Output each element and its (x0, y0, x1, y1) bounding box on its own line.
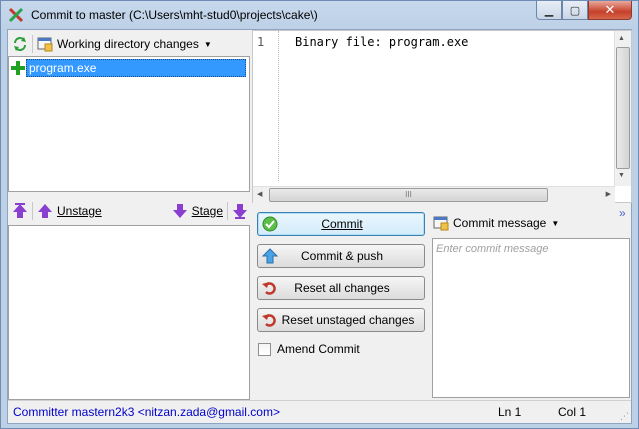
commit-message-label: Commit message (453, 216, 547, 230)
unstage-button[interactable]: Unstage (37, 203, 102, 219)
chevron-down-icon: ▼ (203, 39, 212, 49)
reset-unstaged-label: Reset unstaged changes (281, 313, 415, 327)
resize-grip-icon[interactable]: ⋰ (620, 411, 629, 422)
scroll-right-icon[interactable]: ▶ (606, 190, 611, 198)
checkbox-box[interactable] (258, 342, 271, 356)
vertical-scrollbar[interactable]: ▲ ▼ (614, 31, 631, 186)
scroll-down-icon[interactable]: ▼ (618, 172, 625, 179)
commit-window: Commit to master (C:\Users\mht-stud0\pro… (0, 0, 639, 429)
working-dir-toolbar: Working directory changes ▼ (12, 34, 212, 54)
maximize-icon: ▢ (569, 4, 581, 17)
gutter-divider (278, 31, 279, 181)
reset-icon (262, 314, 276, 327)
file-name: program.exe (26, 59, 246, 77)
check-icon (262, 216, 278, 232)
scroll-thumb[interactable] (616, 47, 630, 169)
git-extensions-icon (8, 7, 24, 23)
minimize-icon: ▁ (544, 4, 554, 17)
toolbar-separator (227, 202, 228, 220)
minimize-button[interactable]: ▁ (536, 1, 562, 20)
arrow-up-icon (38, 204, 52, 218)
scroll-left-icon[interactable]: ◀ (257, 190, 262, 198)
commit-message-placeholder: Enter commit message (436, 243, 549, 255)
amend-commit-checkbox[interactable]: Amend Commit (258, 342, 360, 356)
push-arrow-icon (262, 248, 278, 264)
commit-message-dropdown[interactable]: Commit message ▼ (433, 213, 559, 233)
commit-message-input[interactable]: Enter commit message (432, 238, 630, 398)
working-dir-label: Working directory changes (57, 37, 199, 51)
status-bar: Committer mastern2k3 <nitzan.zada@gmail.… (8, 400, 631, 423)
commit-push-button[interactable]: Commit & push (257, 244, 425, 268)
toolbar-separator (32, 202, 33, 220)
working-dir-dropdown[interactable]: Working directory changes ▼ (37, 36, 212, 52)
toolbar-separator (32, 35, 33, 53)
unstage-label: Unstage (57, 204, 102, 218)
stage-label: Stage (191, 204, 223, 218)
commit-button[interactable]: Commit (257, 212, 425, 236)
stage-button[interactable]: Stage (172, 203, 223, 219)
diff-viewer[interactable]: 1 Binary file: program.exe ▲ ▼ ◀ III ▶ (252, 30, 632, 203)
close-icon: ✕ (604, 2, 616, 17)
chevron-down-icon: ▼ (551, 218, 560, 228)
close-button[interactable]: ✕ (588, 1, 632, 20)
scroll-thumb[interactable]: III (269, 188, 548, 202)
commit-label: Commit (321, 217, 363, 231)
window-title: Commit to master (C:\Users\mht-stud0\pro… (31, 8, 318, 22)
arrow-down-icon (172, 204, 187, 218)
commit-message-icon (433, 216, 449, 231)
commit-push-label: Commit & push (300, 249, 384, 263)
working-dir-icon (37, 37, 53, 52)
unstage-all-icon[interactable] (12, 203, 28, 219)
reset-all-button[interactable]: Reset all changes (257, 276, 425, 300)
refresh-icon[interactable] (12, 36, 28, 52)
maximize-button[interactable]: ▢ (562, 1, 588, 20)
expand-icon[interactable]: » (619, 206, 626, 220)
list-item[interactable]: program.exe (11, 59, 248, 77)
title-bar[interactable]: Commit to master (C:\Users\mht-stud0\pro… (1, 1, 638, 29)
column-indicator: Col 1 (558, 405, 587, 419)
committer-link[interactable]: Committer mastern2k3 <nitzan.zada@gmail.… (13, 405, 280, 419)
reset-unstaged-button[interactable]: Reset unstaged changes (257, 308, 425, 332)
reset-all-label: Reset all changes (294, 281, 390, 295)
line-number: 1 (257, 35, 265, 49)
staged-file-list[interactable] (8, 225, 250, 400)
amend-commit-label: Amend Commit (277, 342, 360, 356)
diff-content: Binary file: program.exe (295, 35, 469, 49)
line-indicator: Ln 1 (498, 405, 522, 419)
horizontal-scrollbar[interactable]: ◀ III ▶ (253, 186, 615, 203)
stage-toolbar: Unstage Stage (12, 200, 248, 222)
client-area: Working directory changes ▼ program.exe (7, 29, 632, 424)
plus-icon (11, 61, 25, 75)
unstaged-file-list[interactable]: program.exe (8, 56, 250, 192)
reset-icon (262, 282, 276, 295)
scroll-up-icon[interactable]: ▲ (618, 35, 625, 42)
stage-all-icon[interactable] (232, 203, 248, 219)
